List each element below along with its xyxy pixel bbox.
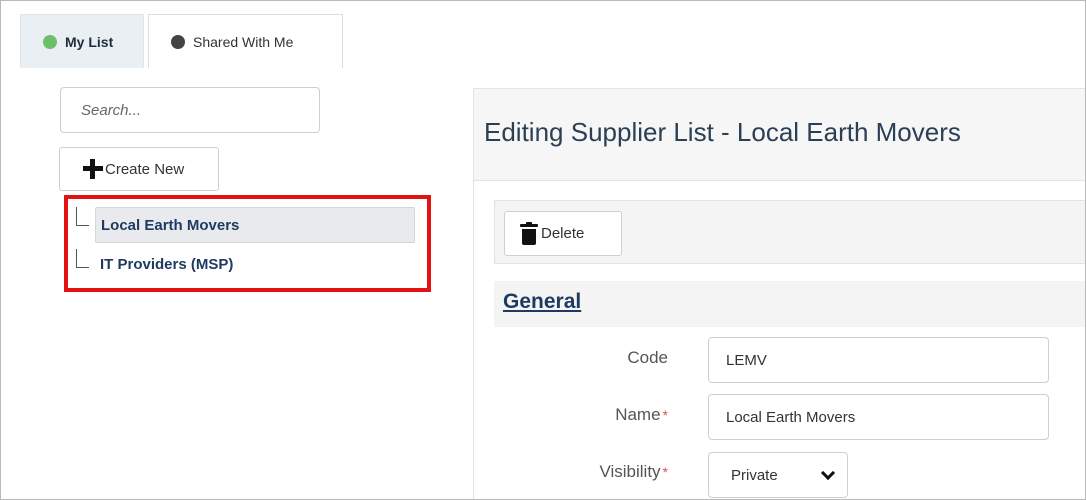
code-field[interactable] [708,337,1049,383]
app-frame: My List Shared With Me Create New Local … [0,0,1086,500]
tree-connector [76,207,89,226]
search-input[interactable] [60,87,320,133]
visibility-value: Private [731,466,778,484]
name-field[interactable] [708,394,1049,440]
trash-icon [520,221,538,245]
section-title-general[interactable]: General [503,290,581,314]
page-title: Editing Supplier List - Local Earth Move… [484,117,961,147]
tab-label: Shared With Me [193,33,294,50]
list-item-it-providers[interactable]: IT Providers (MSP) [95,246,395,282]
section-header [494,281,1085,327]
plus-icon [83,159,103,179]
code-label-text: Code [627,348,668,367]
status-dot-icon [43,34,57,49]
visibility-label-text: Visibility [599,462,661,481]
code-label: Code [508,348,668,368]
list-item-label: Local Earth Movers [101,216,240,234]
create-new-button[interactable]: Create New [59,147,219,191]
visibility-label: Visibility * [508,462,668,482]
name-label-text: Name [615,405,661,424]
tree-connector [76,249,89,268]
status-dot-icon [171,34,185,49]
required-marker: * [662,407,668,423]
tab-my-list[interactable]: My List [20,14,144,68]
list-item-local-earth-movers[interactable]: Local Earth Movers [95,207,415,243]
delete-button[interactable]: Delete [504,211,622,256]
tab-shared-with-me[interactable]: Shared With Me [148,14,343,68]
chevron-down-icon [820,465,836,480]
tab-label: My List [65,33,114,50]
name-label: Name * [508,405,668,425]
list-item-label: IT Providers (MSP) [100,255,234,273]
delete-label: Delete [541,225,585,242]
required-marker: * [662,464,668,480]
visibility-select[interactable]: Private [708,452,848,498]
create-new-label: Create New [105,160,185,178]
